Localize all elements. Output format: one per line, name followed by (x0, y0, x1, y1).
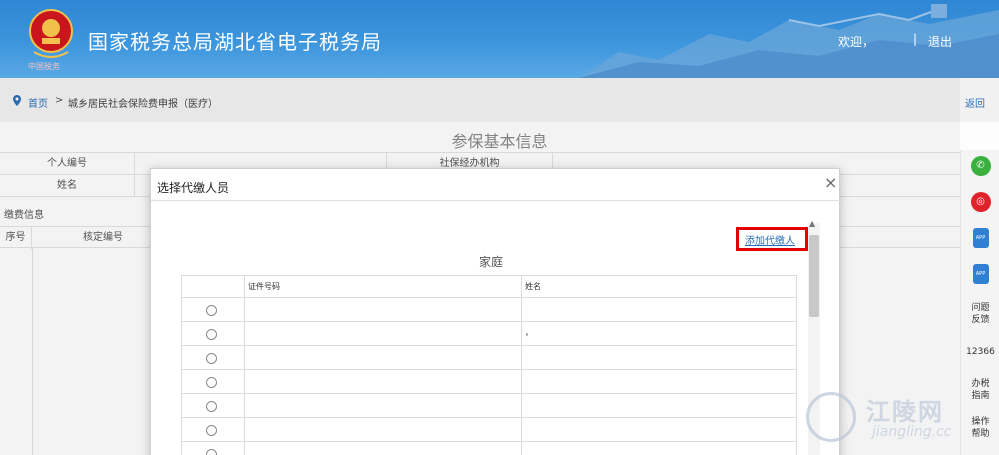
tax-emblem-icon (29, 9, 73, 58)
column-header-id: 证件号码 (248, 282, 280, 291)
header-separator: | (913, 32, 918, 46)
app-download-button[interactable]: APP (961, 228, 999, 248)
payer-table-header: 证件号码 姓名 (182, 276, 796, 455)
welcome-text: 欢迎， (838, 35, 875, 49)
table-row[interactable] (182, 370, 796, 394)
dialog-title: 选择代缴人员 (157, 181, 230, 195)
row-radio[interactable] (206, 353, 217, 364)
tax-guide-label: 办税指南 (971, 379, 990, 401)
right-service-bar: ✆ ◎ APP APP 问题反馈 12366 办税指南 操作帮助 (960, 150, 999, 455)
row-radio[interactable] (206, 401, 217, 412)
weibo-button[interactable]: ◎ (961, 192, 999, 212)
table-row[interactable] (182, 442, 796, 455)
select-payer-dialog: 选择代缴人员 × 添加代缴人 家庭 ▲ 证件号码 姓名 ， (150, 168, 841, 455)
app-icon: APP (972, 264, 989, 284)
row-radio[interactable] (206, 305, 217, 316)
logout-link[interactable]: 退出 (928, 33, 952, 50)
add-payer-link[interactable]: 添加代缴人 (745, 232, 795, 247)
watermark-name: 江陵网 (866, 398, 944, 426)
row-radio[interactable] (206, 377, 217, 388)
table-row[interactable] (182, 418, 796, 442)
feedback-label: 问题反馈 (971, 303, 990, 325)
watermark-url: jiangling.cc (872, 424, 952, 440)
table-row[interactable] (182, 394, 796, 418)
scrollbar-thumb[interactable] (809, 235, 819, 317)
tax-guide-button[interactable]: 办税指南 (961, 378, 999, 402)
weibo-icon: ◎ (970, 192, 991, 212)
wechat-icon: ✆ (970, 156, 991, 176)
hotline-label: 12366 (966, 347, 995, 357)
help-button[interactable]: 操作帮助 (961, 416, 999, 440)
close-icon[interactable]: × (824, 173, 837, 192)
scroll-up-icon[interactable]: ▲ (809, 219, 815, 228)
wechat-button[interactable]: ✆ (961, 156, 999, 176)
hotline-button[interactable]: 12366 (961, 346, 999, 358)
dialog-divider (151, 200, 841, 201)
table-row[interactable] (182, 346, 796, 370)
row-radio[interactable] (206, 329, 217, 340)
family-label: 家庭 (478, 255, 503, 269)
table-row[interactable]: ， (182, 322, 796, 346)
row-name: ， (525, 328, 533, 337)
site-header: 中国税务 国家税务总局湖北省电子税务局 欢迎， | 退出 (0, 0, 999, 78)
app-icon: APP (972, 228, 989, 248)
feedback-button[interactable]: 问题反馈 (961, 302, 999, 326)
row-radio[interactable] (206, 449, 217, 455)
app-download-button[interactable]: APP (961, 264, 999, 284)
help-label: 操作帮助 (971, 417, 990, 439)
watermark-logo-icon (806, 392, 856, 442)
payer-table: 证件号码 姓名 ， (181, 275, 797, 455)
column-header-name: 姓名 (525, 282, 541, 291)
return-link[interactable]: 返回 (965, 95, 985, 110)
logo-caption: 中国税务 (28, 62, 60, 71)
table-row[interactable] (182, 298, 796, 322)
site-title: 国家税务总局湖北省电子税务局 (88, 30, 382, 54)
row-radio[interactable] (206, 425, 217, 436)
